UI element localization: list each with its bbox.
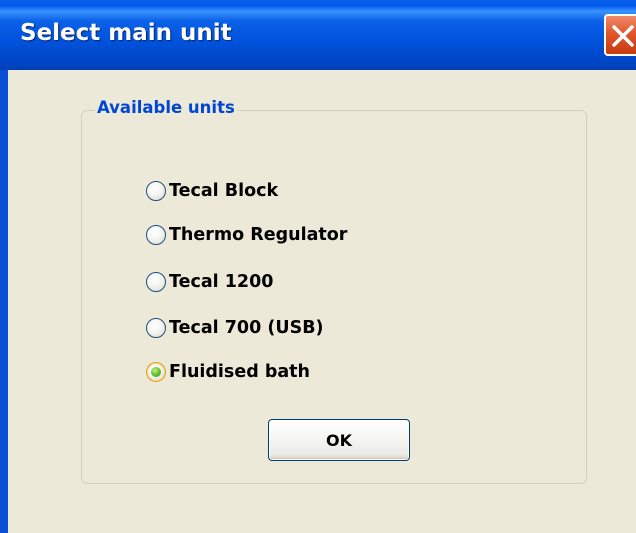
radio-thermo-regulator[interactable]: Thermo Regulator xyxy=(146,223,347,247)
radio-button-checked-icon[interactable] xyxy=(146,362,166,382)
radio-tecal-1200[interactable]: Tecal 1200 xyxy=(146,270,273,294)
radio-dot-icon xyxy=(151,367,161,377)
radio-label: Tecal 1200 xyxy=(169,272,274,292)
dialog-window: Select main unit Available units Tecal B… xyxy=(0,0,636,533)
close-x-icon xyxy=(612,25,634,47)
window-title: Select main unit xyxy=(20,20,232,46)
close-button[interactable] xyxy=(604,14,636,56)
group-legend: Available units xyxy=(95,98,237,117)
radio-button-icon[interactable] xyxy=(146,181,166,201)
radio-label: Thermo Regulator xyxy=(169,225,348,245)
radio-label: Tecal 700 (USB) xyxy=(169,318,324,338)
dialog-body: Available units Tecal Block Thermo Regul… xyxy=(8,70,636,533)
radio-fluidised-bath[interactable]: Fluidised bath xyxy=(146,360,310,384)
radio-tecal-700-usb[interactable]: Tecal 700 (USB) xyxy=(146,316,324,340)
ok-button[interactable]: OK xyxy=(268,419,410,461)
radio-tecal-block[interactable]: Tecal Block xyxy=(146,179,278,203)
radio-button-icon[interactable] xyxy=(146,318,166,338)
available-units-group: Available units Tecal Block Thermo Regul… xyxy=(81,98,587,484)
title-bar[interactable]: Select main unit xyxy=(0,0,636,70)
radio-button-icon[interactable] xyxy=(146,225,166,245)
radio-label: Fluidised bath xyxy=(169,362,310,382)
radio-label: Tecal Block xyxy=(169,181,279,201)
radio-button-icon[interactable] xyxy=(146,272,166,292)
